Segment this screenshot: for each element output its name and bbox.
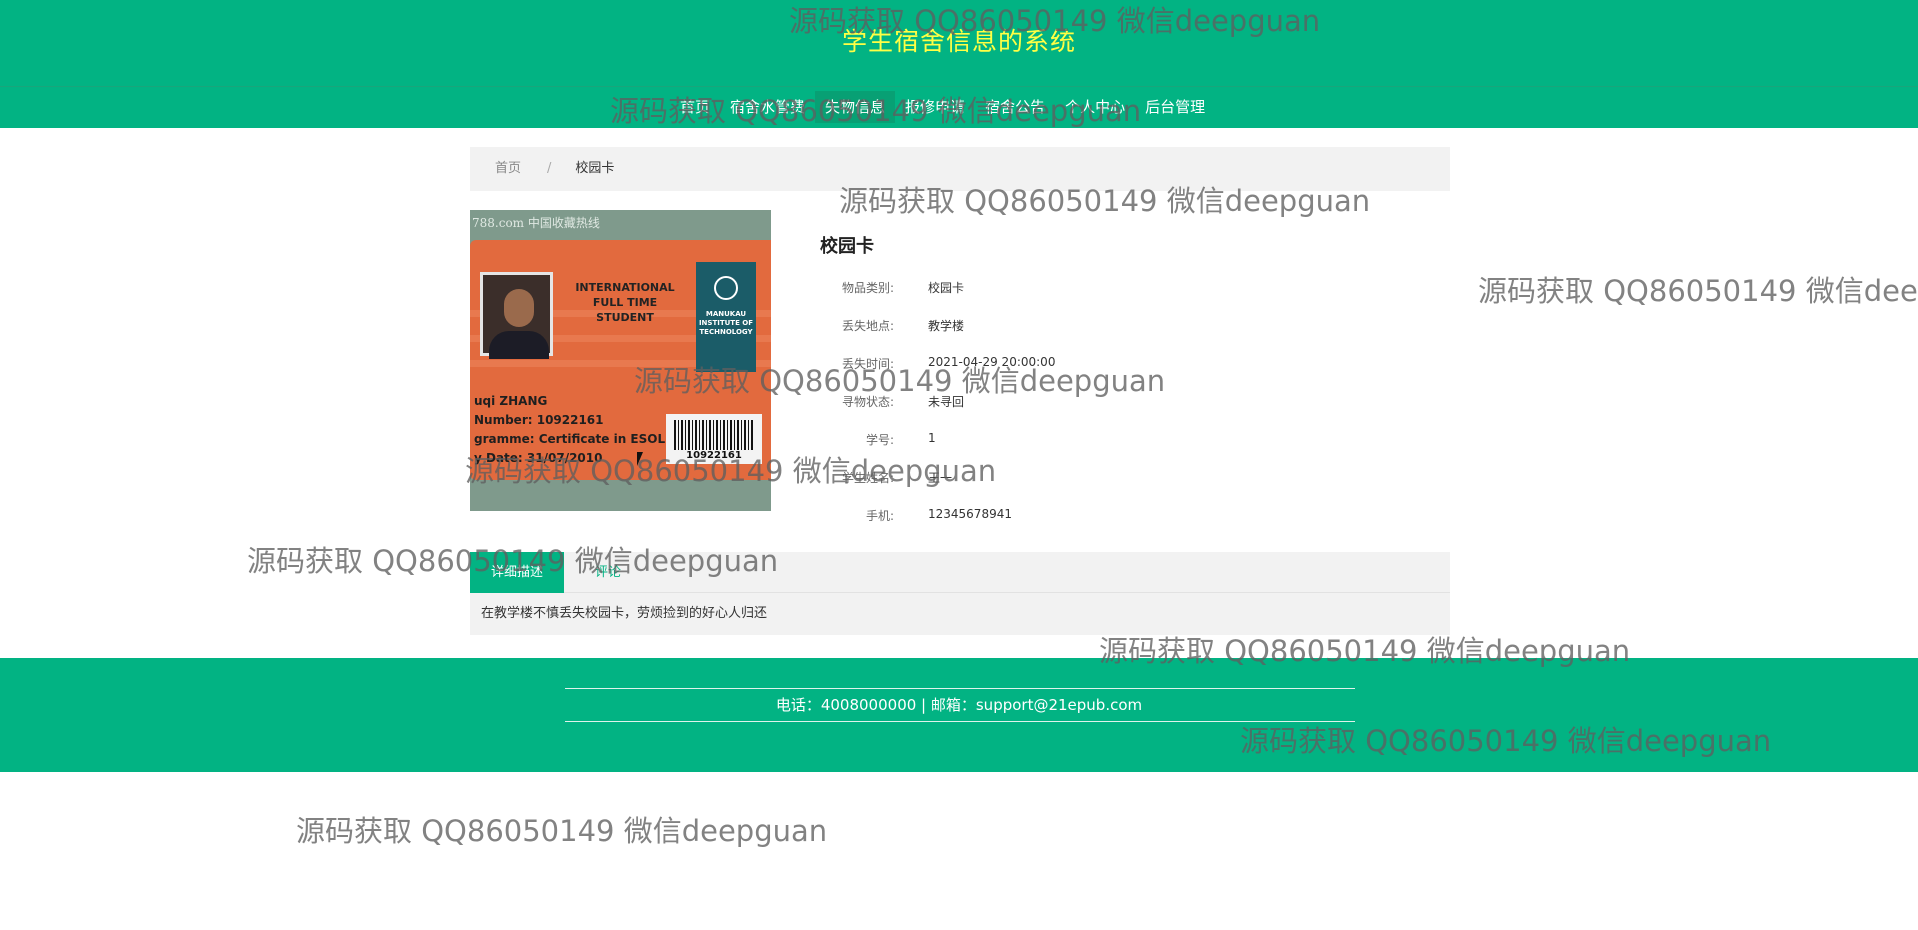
student-card-image: INTERNATIONAL FULL TIME STUDENT MANUKAU … — [470, 240, 771, 480]
field-value: 教学楼 — [928, 319, 965, 333]
field-label: 学号: — [865, 433, 894, 447]
field-value: 王一 — [928, 471, 953, 485]
field-label: 寻物状态: — [841, 395, 894, 409]
field-value: 2021-04-29 20:00:00 — [928, 355, 1056, 369]
detail-tabs: 详细描述 评论 — [470, 552, 1450, 593]
photo-site-mark: 788.com 中国收藏热线 — [472, 216, 600, 230]
watermark: 源码获取 QQ86050149 微信deepguan — [1478, 274, 1918, 308]
field-status: 寻物状态: 未寻回 — [780, 393, 1280, 413]
field-student-id: 学号: 1 — [780, 431, 1280, 451]
item-photo: 788.com 中国收藏热线 INTERNATIONAL FULL TIME S… — [470, 210, 771, 511]
card-info-line: y Date: 31/07/2010 — [474, 451, 603, 465]
field-value: 未寻回 — [928, 395, 965, 409]
breadcrumb-home[interactable]: 首页 — [495, 161, 521, 176]
breadcrumb-current: 校园卡 — [575, 161, 615, 176]
watermark: 源码获取 QQ86050149 微信deepguan — [296, 814, 828, 848]
card-heading-line: STUDENT — [596, 311, 654, 324]
header-divider — [0, 86, 1918, 87]
footer-divider — [565, 721, 1355, 722]
institute-logo: MANUKAU INSTITUTE OF TECHNOLOGY — [696, 262, 756, 372]
card-barcode: 10922161 — [666, 414, 762, 464]
field-student-name: 学生姓名: 王一 — [780, 469, 1280, 489]
site-title: 学生宿舍信息的系统 — [841, 27, 1076, 56]
nav-item-profile[interactable]: 个人中心 — [1055, 91, 1135, 123]
card-info: uqi ZHANG Number: 10922161 gramme: Certi… — [470, 392, 690, 468]
field-label: 物品类别: — [841, 281, 894, 295]
card-heading-line: FULL TIME — [592, 296, 658, 309]
watermark-layer: 源码获取 QQ86050149 微信deepguan 源码获取 QQ860501… — [0, 0, 1918, 930]
footer-contact: 电话：4008000000 | 邮箱：support@21epub.com — [775, 696, 1143, 714]
field-label: 学生姓名: — [841, 471, 894, 485]
card-heading-line: INTERNATIONAL — [575, 281, 675, 294]
card-info-line: Number: 10922161 — [474, 413, 604, 427]
site-footer: 电话：4008000000 | 邮箱：support@21epub.com — [0, 658, 1918, 772]
tab-description[interactable]: 详细描述 — [470, 552, 564, 593]
footer-divider — [565, 688, 1355, 689]
description-panel: 在教学楼不慎丢失校园卡，劳烦捡到的好心人归还 — [470, 593, 1450, 635]
main-nav: 首页 宿舍水管费 失物信息 报修申请 宿舍公告 个人中心 后台管理 — [670, 88, 1215, 126]
field-category: 物品类别: 校园卡 — [780, 279, 1280, 299]
nav-item-admin[interactable]: 后台管理 — [1135, 91, 1215, 123]
tab-comment[interactable]: 评论 — [580, 552, 636, 593]
site-header: 学生宿舍信息的系统 首页 宿舍水管费 失物信息 报修申请 宿舍公告 个人中心 后… — [0, 0, 1918, 128]
field-value: 1 — [928, 431, 936, 445]
card-info-line: gramme: Certificate in ESOL — [474, 432, 666, 446]
barcode-number: 10922161 — [686, 450, 742, 461]
field-value: 校园卡 — [928, 281, 965, 295]
field-label: 丢失时间: — [841, 357, 894, 371]
field-label: 手机: — [865, 509, 894, 523]
portrait-body — [489, 331, 549, 359]
card-portrait — [480, 272, 553, 359]
barcode-icon — [674, 420, 754, 450]
field-phone: 手机: 12345678941 — [780, 507, 1280, 527]
field-location: 丢失地点: 教学楼 — [780, 317, 1280, 337]
field-value: 12345678941 — [928, 507, 1012, 521]
item-title: 校园卡 — [820, 236, 874, 257]
breadcrumb: 首页 / 校园卡 — [470, 147, 1450, 191]
breadcrumb-separator: / — [547, 161, 552, 176]
card-heading: INTERNATIONAL FULL TIME STUDENT — [560, 280, 690, 325]
nav-item-home[interactable]: 首页 — [670, 91, 720, 123]
card-info-line: uqi ZHANG — [474, 394, 548, 408]
nav-item-repair[interactable]: 报修申请 — [895, 91, 975, 123]
field-lost-time: 丢失时间: 2021-04-29 20:00:00 — [780, 355, 1280, 375]
nav-item-lost-items[interactable]: 失物信息 — [815, 91, 896, 123]
logo-text: MANUKAU INSTITUTE OF TECHNOLOGY — [698, 310, 754, 336]
logo-emblem-icon — [714, 276, 738, 300]
field-label: 丢失地点: — [841, 319, 894, 333]
mouse-cursor-icon — [637, 452, 643, 466]
nav-item-utilities[interactable]: 宿舍水管费 — [720, 91, 815, 123]
nav-item-notices[interactable]: 宿舍公告 — [975, 91, 1055, 123]
portrait-head — [504, 289, 534, 327]
